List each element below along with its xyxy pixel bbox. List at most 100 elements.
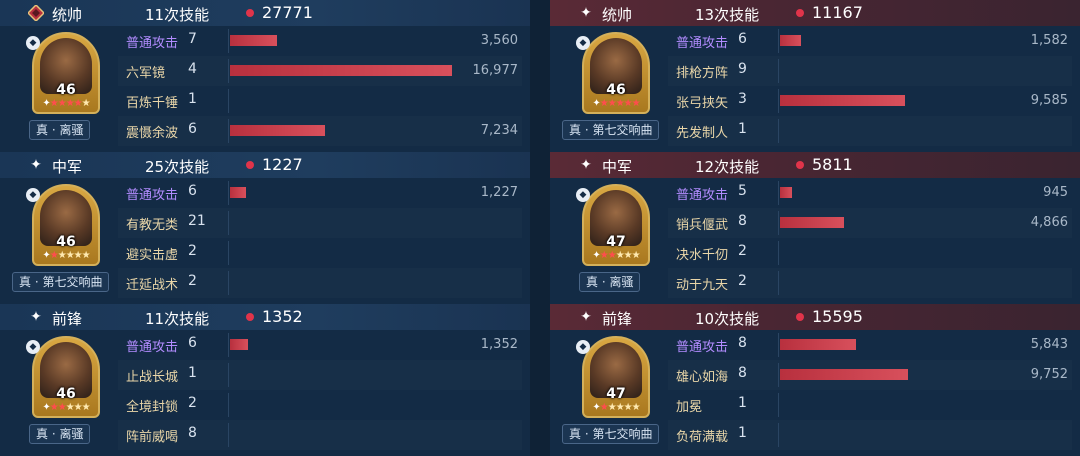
skill-use-count: 2 [738,273,747,289]
skill-name: 震慑余波 [126,126,179,141]
row-divider [778,59,779,83]
general-portrait[interactable]: 46 ✦★★★★★ [32,336,100,418]
skill-use-count: 21 [188,213,206,229]
row-divider [778,271,779,295]
skill-row: 加冕 1 [668,390,1072,420]
general-section: 统帅 11次技能 27771 46 ✦★★★★★ ◆ 真 · 离骚 普通攻击 7 3,560 六军镜… [0,0,530,152]
skill-name: 迁延战术 [126,278,179,293]
section-body: 46 ✦★★★★★ ◆ 真 · 离骚 普通攻击 7 3,560 六军镜 4 16,977 百炼千锤 1… [0,26,530,152]
skill-row: 避实击虚 2 [118,238,522,268]
role-label: 统帅 [52,6,83,24]
section-header: 统帅 11次技能 27771 [0,0,530,27]
skill-name: 普通攻击 [126,36,179,51]
skill-use-count: 5 [738,183,747,199]
team-left: 统帅 11次技能 27771 46 ✦★★★★★ ◆ 真 · 离骚 普通攻击 7 3,560 六军镜… [0,0,530,456]
general-level: 46 [606,82,626,98]
tactic-badge[interactable]: 真 · 离骚 [579,272,641,292]
skill-name: 决水千仞 [676,248,729,263]
general-level: 47 [606,386,626,402]
damage-dot-icon [246,9,254,17]
general-portrait[interactable]: 46 ✦★★★★★ [582,32,650,114]
damage-bar [230,187,246,198]
role-label: 前锋 [602,310,633,328]
skill-damage: 1,227 [480,185,518,200]
skill-name: 加冕 [676,400,703,415]
general-portrait[interactable]: 47 ✦★★★★★ [582,184,650,266]
row-divider [228,181,229,205]
skill-count: 10次技能 [695,310,760,328]
battle-report: 统帅 11次技能 27771 46 ✦★★★★★ ◆ 真 · 离骚 普通攻击 7 3,560 六军镜… [0,0,1080,456]
general-portrait[interactable]: 47 ✦★★★★★ [582,336,650,418]
skill-row: 先发制人 1 [668,116,1072,146]
skill-row: 动于九天 2 [668,268,1072,298]
row-divider [778,423,779,447]
skill-row: 张弓挟矢 3 9,585 [668,86,1072,116]
skill-name: 销兵偃武 [676,218,729,233]
role-label: 统帅 [602,6,633,24]
skill-name: 普通攻击 [676,188,729,203]
section-body: 46 ✦★★★★★ ◆ 真 · 离骚 普通攻击 6 1,352 止战长城 1 全境封锁 2 阵前威喝 8 [0,330,530,456]
skill-name: 负荷满载 [676,430,729,445]
row-divider [778,211,779,235]
skill-use-count: 1 [738,395,747,411]
skill-damage: 9,585 [1030,93,1068,108]
tactic-badge[interactable]: 真 · 离骚 [29,120,91,140]
row-divider [228,211,229,235]
damage-bar [780,339,856,350]
section-header: ✦ 中军 25次技能 1227 [0,152,530,179]
star-icon: ✦ [580,157,592,173]
total-damage: 11167 [812,3,863,22]
damage-bar [780,187,792,198]
skill-use-count: 9 [738,61,747,77]
skill-damage: 3,560 [480,33,518,48]
skill-use-count: 3 [738,91,747,107]
tactic-badge[interactable]: 真 · 第七交响曲 [562,424,660,444]
star-rating: ✦★★★★★ [592,250,640,261]
helmet-badge-icon: ◆ [576,36,590,50]
skill-use-count: 1 [738,121,747,137]
skill-use-count: 1 [188,91,197,107]
section-header: ✦ 前锋 10次技能 15595 [550,304,1080,331]
tactic-badge[interactable]: 真 · 第七交响曲 [562,120,660,140]
star-rating: ✦★★★★★ [592,402,640,413]
skill-name: 六军镜 [126,66,166,81]
row-divider [778,393,779,417]
skill-damage: 9,752 [1030,367,1068,382]
total-damage: 1352 [262,307,303,326]
damage-bar [230,65,452,76]
section-header: ✦ 统帅 13次技能 11167 [550,0,1080,27]
skill-use-count: 8 [738,213,747,229]
general-level: 46 [56,386,76,402]
skill-damage: 945 [1043,185,1068,200]
row-divider [778,89,779,113]
skill-use-count: 1 [188,365,197,381]
general-portrait[interactable]: 46 ✦★★★★★ [32,32,100,114]
skill-row: 迁延战术 2 [118,268,522,298]
damage-bar [780,369,908,380]
skill-count: 13次技能 [695,6,760,24]
skill-name: 有教无类 [126,218,179,233]
damage-dot-icon [796,9,804,17]
helmet-badge-icon: ◆ [576,340,590,354]
section-body: 47 ✦★★★★★ ◆ 真 · 第七交响曲 普通攻击 8 5,843 雄心如海 8 9,752 加冕… [550,330,1080,456]
row-divider [228,271,229,295]
general-portrait[interactable]: 46 ✦★★★★★ [32,184,100,266]
star-icon: ✦ [30,157,42,173]
star-rating: ✦★★★★★ [42,250,90,261]
row-divider [778,241,779,265]
skill-row: 全境封锁 2 [118,390,522,420]
skill-use-count: 6 [188,335,197,351]
tactic-badge[interactable]: 真 · 第七交响曲 [12,272,110,292]
tactic-badge[interactable]: 真 · 离骚 [29,424,91,444]
skill-row: 有教无类 21 [118,208,522,238]
helmet-badge-icon: ◆ [576,188,590,202]
skill-name: 排枪方阵 [676,66,729,81]
damage-bar [230,35,277,46]
damage-bar [780,35,801,46]
skill-use-count: 8 [738,365,747,381]
damage-bar [230,125,325,136]
damage-dot-icon [796,161,804,169]
skill-use-count: 2 [188,243,197,259]
skill-row: 普通攻击 6 1,227 [118,178,522,208]
row-divider [228,241,229,265]
